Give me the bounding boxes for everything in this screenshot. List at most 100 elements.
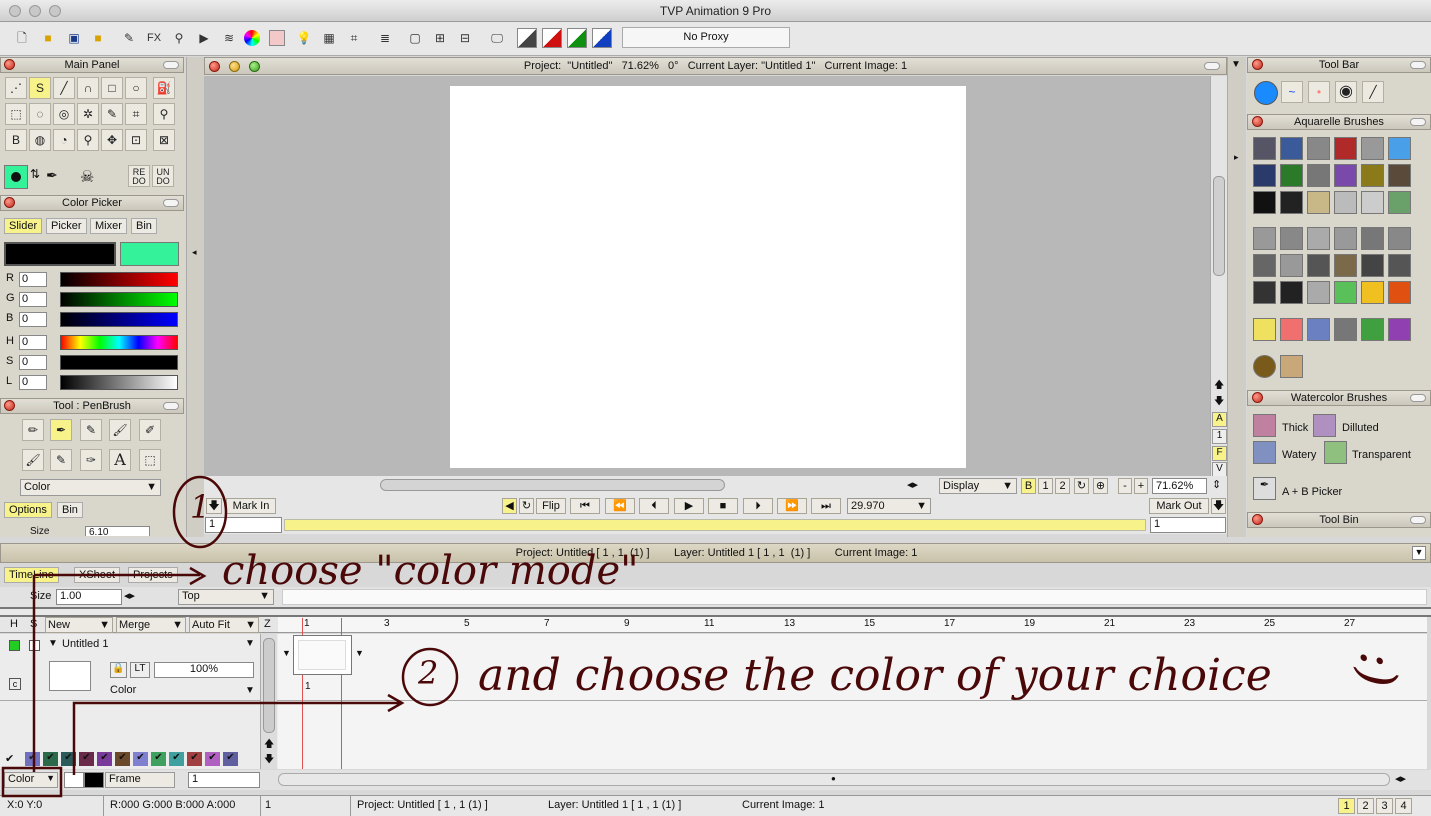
layers-icon[interactable]: ≋ <box>219 28 239 48</box>
page-1-button[interactable]: 1 <box>1338 798 1355 814</box>
rotate-icon[interactable]: ↻ <box>1074 478 1089 494</box>
brush-preset[interactable] <box>1253 355 1276 378</box>
layer-visibility-toggle[interactable] <box>9 640 20 651</box>
transparent-brush-icon[interactable] <box>1324 441 1347 464</box>
tab-timeline[interactable]: TimeLine <box>4 567 59 583</box>
brush-preset[interactable] <box>1334 254 1357 277</box>
color-group-toggle[interactable]: ✔ <box>223 752 238 766</box>
channel-red-icon[interactable] <box>542 28 562 48</box>
collapse-panel-icon[interactable] <box>1410 394 1426 402</box>
monitor-icon[interactable]: 🖵 <box>487 28 507 48</box>
collapse-panel-icon[interactable] <box>1410 516 1426 524</box>
close-panel-icon[interactable] <box>4 59 15 70</box>
brush-preset[interactable] <box>1280 254 1303 277</box>
brush-preset[interactable] <box>1307 227 1330 250</box>
page-2-button[interactable]: 2 <box>1357 798 1374 814</box>
play-button[interactable]: ▶ <box>674 498 704 514</box>
timeline-size-input[interactable]: 1.00 <box>56 589 122 605</box>
green-slider[interactable] <box>60 292 178 307</box>
color-group-toggle[interactable]: ✔ <box>151 752 166 766</box>
layer-solo-toggle[interactable] <box>29 640 40 651</box>
channel-input[interactable]: 0 <box>19 335 47 350</box>
layer-name[interactable]: Untitled 1 <box>62 638 108 650</box>
color-a-chip[interactable] <box>64 772 84 788</box>
check-icon[interactable]: ✔ <box>5 752 20 766</box>
special-tool-icon[interactable]: ⬚ <box>139 449 161 471</box>
frame-grid[interactable]: ▼ ▼ 1 <box>278 618 1427 769</box>
chevron-down-icon[interactable]: ▼ <box>245 685 255 696</box>
brush-preset[interactable] <box>1334 318 1357 341</box>
side-toggle-f[interactable]: F <box>1212 446 1227 461</box>
size-stepper-icon[interactable]: ◂▸ <box>124 589 135 602</box>
ab-picker-icon[interactable]: ✒ <box>1253 477 1276 500</box>
brush-preset[interactable] <box>1388 318 1411 341</box>
dilluted-brush-icon[interactable] <box>1313 414 1336 437</box>
flip-button[interactable]: Flip <box>536 498 566 514</box>
scroll-down-icon[interactable]: 🡇 <box>1214 394 1224 411</box>
rectangle-icon[interactable]: □ <box>101 77 123 99</box>
freehand-line-icon[interactable]: ⋰ <box>5 77 27 99</box>
brush-preset[interactable] <box>1280 318 1303 341</box>
autofit-dropdown[interactable]: Auto Fit ▼ <box>189 617 259 633</box>
thick-brush-icon[interactable] <box>1253 414 1276 437</box>
red-slider[interactable] <box>60 272 178 287</box>
cutter-icon[interactable]: ◔ <box>53 129 75 151</box>
close-panel-icon[interactable] <box>1252 116 1263 127</box>
brush-preset[interactable] <box>1334 281 1357 304</box>
color-a-swatch[interactable] <box>4 242 116 266</box>
merge-dropdown[interactable]: Merge ▼ <box>116 617 186 633</box>
transparent-label[interactable]: Transparent <box>1352 449 1411 461</box>
brush-preset[interactable] <box>1361 191 1384 214</box>
color-group-toggle[interactable]: ✔ <box>115 752 130 766</box>
mark-in-arrow-icon[interactable]: 🡇 <box>206 498 222 514</box>
bin-select-icon[interactable]: B <box>5 129 27 151</box>
mark-out-arrow-icon[interactable]: 🡇 <box>1211 498 1226 514</box>
brush-preset[interactable] <box>1280 164 1303 187</box>
layer-blend-mode[interactable]: Color <box>110 684 136 696</box>
select-brush-icon[interactable]: ✎ <box>101 103 123 125</box>
curve-icon[interactable]: ∩ <box>77 77 99 99</box>
watery-brush-icon[interactable] <box>1253 441 1276 464</box>
loop-icon[interactable]: ↻ <box>519 498 534 514</box>
frame-mode-field[interactable]: Frame <box>105 772 175 788</box>
scroll-up-icon[interactable]: 🡅 <box>1214 378 1224 395</box>
freehand-stroke-icon[interactable]: S <box>29 77 51 99</box>
soft-brush-icon[interactable]: • <box>1308 81 1330 103</box>
color-group-toggle[interactable]: ✔ <box>25 752 40 766</box>
brush-preset[interactable] <box>1361 318 1384 341</box>
position-dropdown[interactable]: Top ▼ <box>178 589 274 605</box>
color-group-toggle[interactable]: ✔ <box>43 752 58 766</box>
tab-xsheet[interactable]: XSheet <box>74 567 121 583</box>
swap-colors-icon[interactable]: ⇅ <box>30 167 40 181</box>
grid-icon[interactable]: ▦ <box>319 28 339 48</box>
guides-icon[interactable]: ⌗ <box>344 28 364 48</box>
zoom-out-button[interactable]: - <box>1118 478 1132 494</box>
paper-icon[interactable] <box>269 30 285 46</box>
color-group-toggle[interactable]: ✔ <box>187 752 202 766</box>
color-group-toggle[interactable]: ✔ <box>133 752 148 766</box>
layer-menu-icon[interactable]: ▼ <box>245 638 255 649</box>
lock-icon[interactable]: 🔒 <box>110 662 127 678</box>
color-mode-selector[interactable] <box>4 165 28 189</box>
fps-dropdown[interactable]: 29.970 ▼ <box>847 498 931 514</box>
zoom-in-button[interactable]: + <box>1134 478 1148 494</box>
close-panel-icon[interactable] <box>1252 514 1263 525</box>
brush-preset[interactable] <box>1280 227 1303 250</box>
dilluted-label[interactable]: Dilluted <box>1342 422 1379 434</box>
open-folder-icon[interactable]: ■ <box>38 28 58 48</box>
chevron-down-icon[interactable]: ▼ <box>1231 59 1241 70</box>
airbrush-tool-icon[interactable]: ✎ <box>80 419 102 441</box>
prev-frame-button[interactable]: ⏴ <box>639 498 669 514</box>
mark-out-button[interactable]: Mark Out <box>1149 498 1209 514</box>
lightness-slider[interactable] <box>60 375 178 390</box>
close-panel-icon[interactable] <box>4 197 15 208</box>
brush-preset[interactable] <box>1307 191 1330 214</box>
timeline-hscroll[interactable]: ● <box>278 773 1390 786</box>
collapse-viewport-icon[interactable] <box>1204 62 1220 70</box>
instance-left-icon[interactable]: ▼ <box>282 648 291 658</box>
brush-preset[interactable] <box>1388 254 1411 277</box>
display-dropdown[interactable]: Display ▼ <box>939 478 1017 494</box>
brush-preset[interactable] <box>1388 227 1411 250</box>
select-ellipse-icon[interactable]: ◌ <box>29 103 51 125</box>
drawing-canvas[interactable] <box>450 86 966 468</box>
